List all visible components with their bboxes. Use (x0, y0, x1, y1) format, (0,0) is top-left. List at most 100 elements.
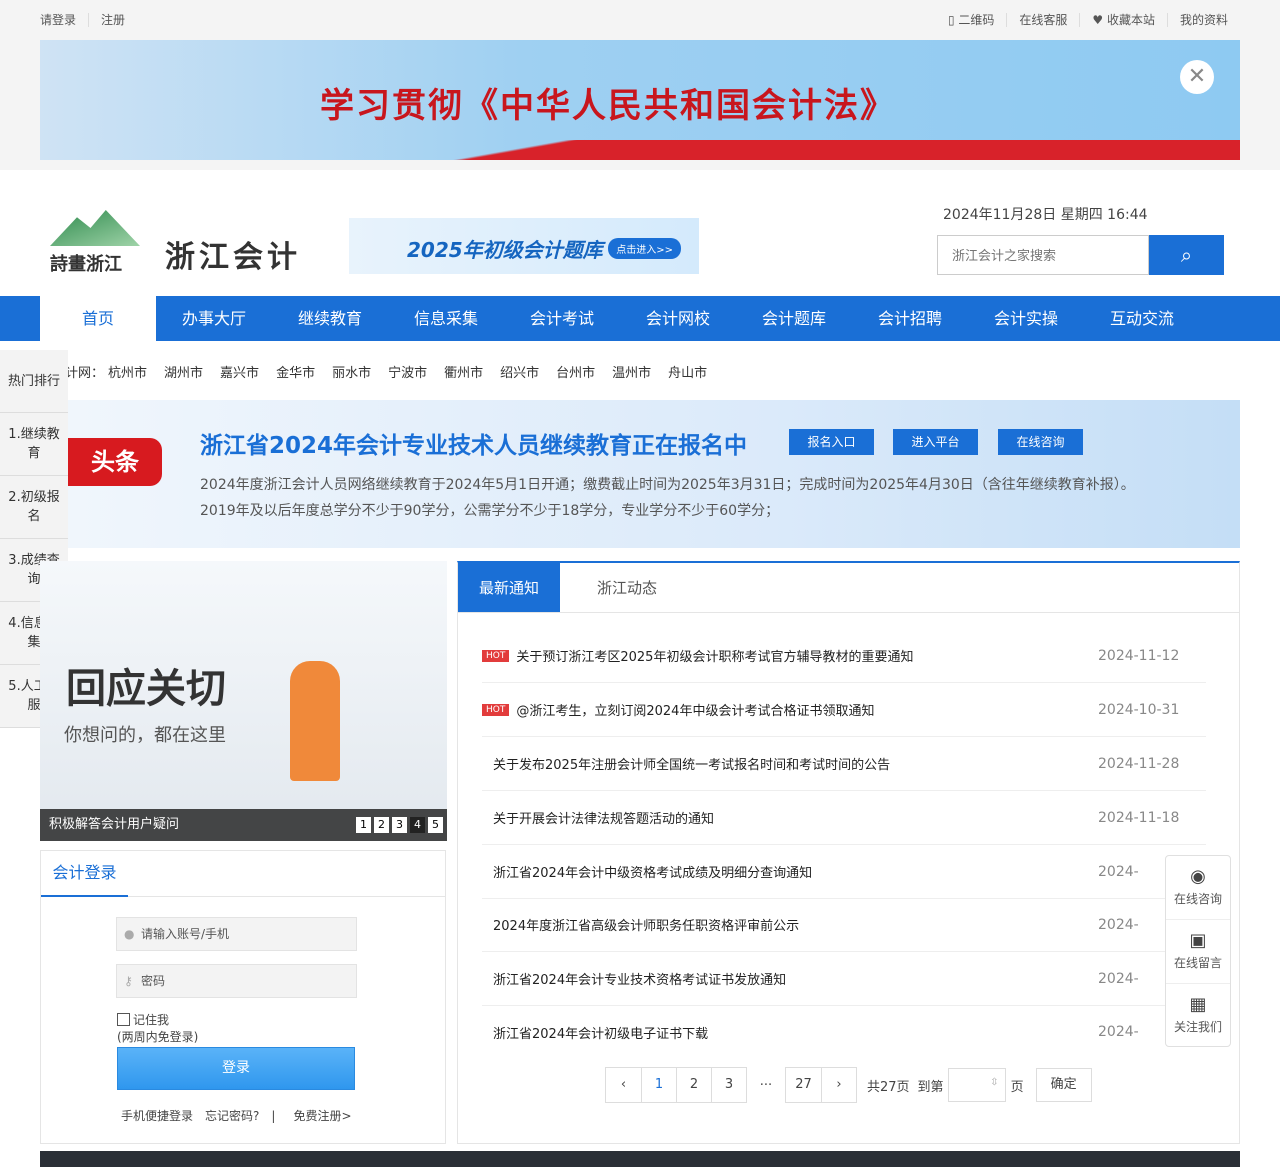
nav-item[interactable]: 办事大厅 (156, 296, 272, 341)
confirm-page-button[interactable]: 确定 (1035, 1068, 1092, 1102)
city-link[interactable]: 绍兴市 (500, 366, 539, 381)
nav-item[interactable]: 信息采集 (388, 296, 504, 341)
nav-item[interactable]: 会计招聘 (852, 296, 968, 341)
enter-platform-button[interactable]: 进入平台 (893, 429, 978, 455)
follow-us-button[interactable]: ▦ 关注我们 (1166, 984, 1230, 1048)
tab-zhejiang[interactable]: 浙江动态 (560, 563, 694, 612)
news-item[interactable]: 2024年度浙江省高级会计师职务任职资格评审前公示 2024- (482, 898, 1206, 952)
profile-link[interactable]: 我的资料 (1166, 12, 1240, 27)
username-input[interactable]: ● 请输入账号/手机 (116, 917, 357, 951)
nav-home[interactable]: 首页 (40, 296, 156, 341)
tab-latest[interactable]: 最新通知 (458, 563, 560, 612)
page-button[interactable]: 3 (711, 1068, 746, 1102)
logo[interactable]: 詩畫浙江 (50, 210, 150, 276)
login-tab[interactable]: 会计登录 (41, 851, 128, 897)
online-consult-button[interactable]: ◉ 在线咨询 (1166, 856, 1230, 920)
city-link[interactable]: 金华市 (276, 366, 315, 381)
nav-item[interactable]: 会计网校 (620, 296, 736, 341)
headline-banner: 头条 浙江省2024年会计专业技术人员继续教育正在报名中 报名入口 进入平台 在… (68, 400, 1240, 548)
forgot-password-link[interactable]: 忘记密码? (205, 1109, 259, 1123)
remember-checkbox[interactable] (117, 1013, 130, 1026)
remember-label: 记住我 (133, 1013, 170, 1027)
page-number-input[interactable]: ⇳ (947, 1068, 1006, 1102)
headset-icon: ◉ (1190, 866, 1206, 887)
sidebar-item-hot[interactable]: 热门排行 (0, 350, 68, 413)
total-pages: 共27页 (867, 1079, 910, 1095)
city-link[interactable]: 杭州市 (108, 366, 147, 381)
news-title[interactable]: 2024年度浙江省高级会计师职务任职资格评审前公示 (482, 915, 1098, 934)
city-link[interactable]: 舟山市 (668, 366, 707, 381)
city-link[interactable]: 温州市 (612, 366, 651, 381)
nav-item[interactable]: 会计考试 (504, 296, 620, 341)
sidebar-item[interactable]: 2.初级报名 (0, 476, 68, 539)
prev-page-button[interactable]: ‹ (606, 1068, 641, 1102)
news-title[interactable]: 关于发布2025年注册会计师全国统一考试报名时间和考试时间的公告 (482, 754, 1098, 773)
page-button-current[interactable]: 1 (641, 1068, 676, 1102)
hot-badge: HOT (482, 703, 510, 716)
ad-banner[interactable]: 2025年初级会计题库 点击进入>> (349, 218, 699, 274)
mobile-login-link[interactable]: 手机便捷登录 (121, 1109, 193, 1123)
service-link[interactable]: 在线客服 (1006, 12, 1080, 27)
consult-button[interactable]: 在线咨询 (998, 429, 1083, 455)
favorite-link[interactable]: ♥ 收藏本站 (1079, 12, 1167, 27)
headline-line2: 2019年及以后年度总学分不少于90学分，公需学分不少于18学分，专业学分不少于… (200, 503, 780, 519)
city-link[interactable]: 嘉兴市 (220, 366, 259, 381)
city-link[interactable]: 台州市 (556, 366, 595, 381)
city-link[interactable]: 宁波市 (388, 366, 427, 381)
news-item[interactable]: 浙江省2024年会计专业技术资格考试证书发放通知 2024- (482, 952, 1206, 1006)
sidebar-item[interactable]: 1.继续教育 (0, 413, 68, 476)
city-link[interactable]: 湖州市 (164, 366, 203, 381)
page-button[interactable]: 2 (676, 1068, 711, 1102)
news-item[interactable]: 浙江省2024年会计中级资格考试成绩及明细分查询通知 2024- (482, 845, 1206, 899)
floating-toolbar: ◉ 在线咨询 ▣ 在线留言 ▦ 关注我们 (1165, 855, 1231, 1047)
nav-item[interactable]: 会计实操 (968, 296, 1084, 341)
nav-item[interactable]: 继续教育 (272, 296, 388, 341)
logo-text: 詩畫浙江 (50, 254, 122, 275)
search-input[interactable] (937, 235, 1149, 275)
slide-dot[interactable]: 1 (356, 817, 371, 833)
page-unit: 页 (1010, 1079, 1024, 1095)
page-button-last[interactable]: 27 (786, 1068, 821, 1102)
slide-dot[interactable]: 3 (392, 817, 407, 833)
leave-message-button[interactable]: ▣ 在线留言 (1166, 920, 1230, 984)
pagination: ‹ 1 2 3 ··· 27 › 共27页 到第 ⇳ 页 确定 (605, 1067, 1092, 1103)
news-item[interactable]: 关于发布2025年注册会计师全国统一考试报名时间和考试时间的公告 2024-11-… (482, 737, 1206, 791)
news-title[interactable]: @浙江考生，立刻订阅2024年中级会计考试合格证书领取通知 (516, 700, 1098, 719)
news-date: 2024-11-18 (1098, 809, 1180, 826)
image-slider[interactable]: 回应关切 你想问的，都在这里 积极解答会计用户疑问 1 2 3 4 5 (40, 561, 447, 841)
news-title[interactable]: 关于开展会计法律法规答题活动的通知 (482, 808, 1098, 827)
city-link[interactable]: 丽水市 (332, 366, 371, 381)
login-link[interactable]: 请登录 (40, 13, 88, 27)
news-item[interactable]: 关于开展会计法律法规答题活动的通知 2024-11-18 (482, 791, 1206, 845)
news-item[interactable]: HOT @浙江考生，立刻订阅2024年中级会计考试合格证书领取通知 2024-10-… (482, 683, 1206, 737)
news-item[interactable]: HOT 关于预订浙江考区2025年初级会计职称考试官方辅导教材的重要通知 2024-… (482, 629, 1206, 683)
register-entry-button[interactable]: 报名入口 (789, 429, 874, 455)
slide-dot[interactable]: 5 (428, 817, 443, 833)
news-title[interactable]: 浙江省2024年会计专业技术资格考试证书发放通知 (482, 969, 1098, 988)
nav-item[interactable]: 互动交流 (1084, 296, 1200, 341)
news-title[interactable]: 关于预订浙江考区2025年初级会计职称考试官方辅导教材的重要通知 (516, 646, 1098, 665)
slide-dot[interactable]: 2 (374, 817, 389, 833)
slide-dot-active[interactable]: 4 (410, 817, 425, 833)
headline-title[interactable]: 浙江省2024年会计专业技术人员继续教育正在报名中 (200, 426, 747, 460)
qrcode-link[interactable]: ▯ 二维码 (948, 13, 1006, 27)
remember-note: (两周内免登录) (117, 1030, 199, 1044)
next-page-button[interactable]: › (821, 1068, 856, 1102)
goto-label: 到第 (917, 1079, 944, 1095)
close-icon[interactable]: ✕ (1180, 60, 1214, 94)
news-title[interactable]: 浙江省2024年会计中级资格考试成绩及明细分查询通知 (482, 862, 1098, 881)
search-button[interactable]: ⌕ (1149, 235, 1224, 275)
password-input[interactable]: ⚷ 密码 (116, 964, 357, 998)
register-link[interactable]: 免费注册> (293, 1109, 351, 1123)
person-illustration (290, 661, 340, 781)
nav-item[interactable]: 会计题库 (736, 296, 852, 341)
news-title[interactable]: 浙江省2024年会计初级电子证书下载 (482, 1023, 1098, 1042)
news-item[interactable]: 浙江省2024年会计初级电子证书下载 2024- (482, 1005, 1206, 1059)
city-link[interactable]: 衢州市 (444, 366, 483, 381)
float-label: 关注我们 (1173, 1020, 1222, 1034)
ad-button[interactable]: 点击进入>> (608, 238, 681, 259)
top-banner[interactable]: 学习贯彻《中华人民共和国会计法》 ✕ (40, 40, 1240, 160)
login-button[interactable]: 登录 (117, 1047, 355, 1090)
separator: | (271, 1109, 276, 1123)
register-link[interactable]: 注册 (88, 12, 138, 27)
